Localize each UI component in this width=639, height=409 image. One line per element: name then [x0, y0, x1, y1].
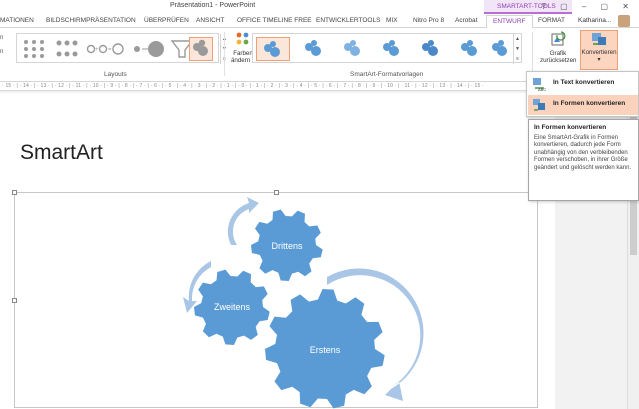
style-thumb-7[interactable]: [488, 37, 512, 61]
menu-item-convert-to-text[interactable]: ABC In Text konvertieren: [528, 74, 638, 94]
gear-label-drittens: Drittens: [271, 241, 303, 251]
style-thumb-5[interactable]: [415, 37, 447, 61]
reset-graphic-label-1: Grafik: [549, 50, 567, 57]
tooltip-body: Eine SmartArt-Grafik in Formen konvertie…: [534, 135, 632, 171]
tab-format[interactable]: FORMAT: [538, 17, 565, 24]
powerpoint-window: Präsentation1 - PowerPoint SMARTART-TOOL…: [0, 0, 639, 409]
gear-label-zweitens: Zweitens: [214, 302, 251, 312]
reset-graphic-label-2: zurücksetzen: [540, 57, 577, 64]
convert-dropdown-menu: ABC In Text konvertieren In Formen konve…: [526, 71, 639, 117]
tab-animationen[interactable]: MATIONEN: [0, 17, 34, 24]
tab-ansicht[interactable]: ANSICHT: [196, 17, 225, 24]
tab-entwicklertools[interactable]: ENTWICKLERTOOLS: [316, 17, 380, 24]
slide-canvas[interactable]: SmartArt Erstens Zweitens Drittens: [0, 93, 555, 409]
menu-item-convert-to-shapes[interactable]: In Formen konvertieren: [528, 95, 638, 115]
tab-ueberpruefen[interactable]: ÜBERPRÜFEN: [144, 17, 189, 24]
resize-handle-left[interactable]: [12, 298, 17, 303]
convert-dropdown-arrow: ▾: [597, 56, 601, 63]
convert-icon: [592, 33, 606, 45]
smartart-styles-gallery: ▲ ▼ ≡: [252, 33, 522, 64]
arrow-drittens: [227, 197, 259, 245]
svg-text:ABC: ABC: [538, 87, 546, 91]
left-cut-label-2: n: [0, 49, 4, 55]
convert-to-text-icon: ABC: [533, 78, 546, 91]
svg-text:+: +: [95, 47, 99, 53]
style-thumb-2[interactable]: [298, 37, 330, 61]
palette-icon: [236, 32, 249, 45]
style-thumb-3[interactable]: [337, 37, 369, 61]
convert-to-shapes-tooltip: In Formen konvertieren Eine SmartArt-Gra…: [528, 119, 639, 201]
avatar[interactable]: [618, 15, 630, 27]
convert-to-shapes-label: In Formen konvertieren: [553, 100, 626, 107]
change-colors-label-1: Farben: [233, 50, 253, 57]
layout-thumb-2[interactable]: [54, 37, 80, 61]
layout-thumb-4[interactable]: [131, 37, 165, 61]
styles-group-label: SmartArt-Formatvorlagen: [350, 71, 424, 78]
convert-to-shapes-icon: [533, 99, 545, 111]
layout-thumb-3[interactable]: + =: [85, 37, 127, 61]
tooltip-title: In Formen konvertieren: [534, 124, 607, 131]
resize-handle-tl[interactable]: [12, 190, 17, 195]
ribbon-tabs: MATIONEN BILDSCHIRMPRÄSENTATION ÜBERPRÜF…: [0, 14, 639, 29]
smartart-frame[interactable]: Erstens Zweitens Drittens: [12, 190, 539, 409]
layout-thumb-1[interactable]: [21, 37, 47, 61]
reset-graphic-icon: [551, 31, 566, 46]
tab-entwurf[interactable]: ENTWURF: [486, 15, 533, 29]
window-title: Präsentation1 - PowerPoint: [170, 2, 256, 9]
resize-handle-top[interactable]: [274, 190, 279, 195]
gear-diagram: Erstens Zweitens Drittens: [183, 197, 424, 409]
styles-gallery-scroll[interactable]: ▲ ▼ ≡: [513, 34, 521, 64]
left-cut-label-1: n: [0, 35, 4, 41]
user-name[interactable]: Katharina...: [578, 17, 611, 24]
style-thumb-1-selected[interactable]: [256, 37, 290, 61]
convert-button[interactable]: Konvertieren ▾: [580, 30, 618, 70]
convert-to-text-label: In Text konvertieren: [553, 79, 615, 86]
slide-title[interactable]: SmartArt: [20, 141, 103, 165]
svg-text:=: =: [108, 47, 112, 53]
gear-label-erstens: Erstens: [310, 345, 341, 355]
style-thumb-6[interactable]: [454, 37, 486, 61]
tab-acrobat[interactable]: Acrobat: [455, 17, 477, 24]
title-bar: Präsentation1 - PowerPoint SMARTART-TOOL…: [0, 0, 639, 14]
ribbon-separator-2: [532, 32, 533, 76]
reset-graphic-button[interactable]: Grafik zurücksetzen: [540, 30, 576, 64]
style-thumb-4[interactable]: [376, 37, 408, 61]
layout-thumb-gears-selected[interactable]: [189, 37, 213, 61]
tab-bildschirmpraesentation[interactable]: BILDSCHIRMPRÄSENTATION: [46, 17, 136, 24]
window-controls[interactable]: ? ▢ – ▢ ✕: [541, 2, 635, 11]
convert-label: Konvertieren: [581, 49, 617, 56]
tab-office-timeline[interactable]: OFFICE TIMELINE FREE: [237, 17, 312, 24]
tab-mix[interactable]: MIX: [386, 17, 398, 24]
layouts-group-label: Layouts: [104, 71, 127, 78]
tab-nitro[interactable]: Nitro Pro 8: [413, 17, 444, 24]
layouts-gallery: += ▲▼≡: [16, 33, 227, 64]
